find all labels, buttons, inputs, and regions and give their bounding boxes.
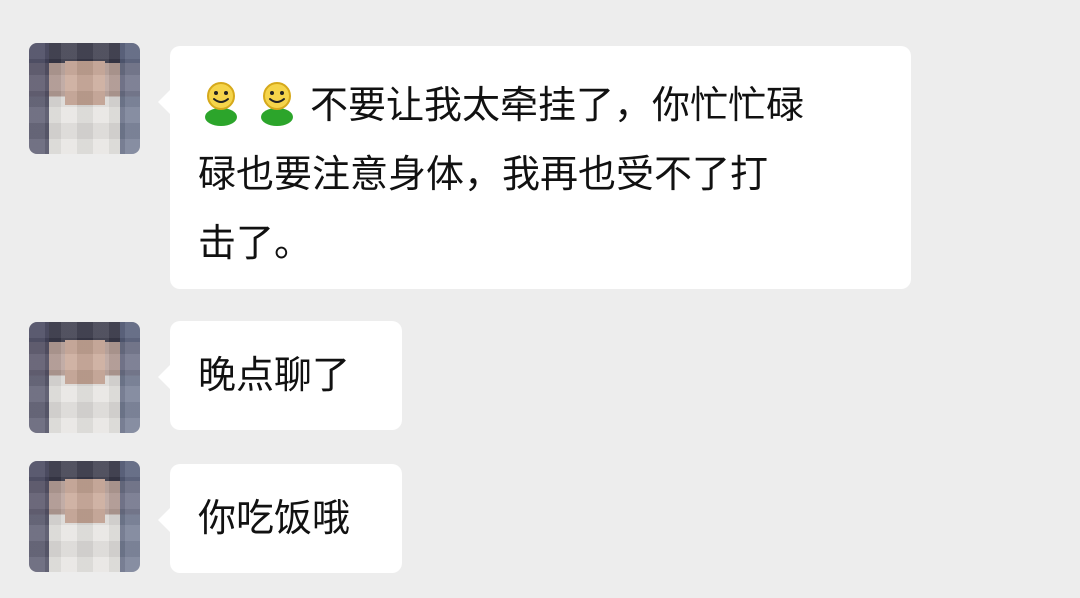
message-text: 你吃饭哦 [198,496,351,540]
message-bubble[interactable]: 晚点聊了 [158,321,402,430]
message-text: 晚点聊了 [198,353,351,397]
message-text-line-2: 碌也要注意身体，我再也受不了打 [198,152,769,196]
avatar[interactable] [29,461,140,572]
message-bubble[interactable]: 你吃饭哦 [158,464,402,573]
smiling-person-icon [198,79,244,126]
message-text-line-3: 击了。 [198,221,313,265]
avatar[interactable] [29,322,140,433]
avatar[interactable] [29,43,140,154]
message-bubble[interactable]: 不要让我太牵挂了，你忙忙碌 碌也要注意身体，我再也受不了打 击了。 [158,46,911,289]
smiling-person-icon [254,79,300,126]
message-text-line-1: 不要让我太牵挂了，你忙忙碌 [310,83,805,127]
